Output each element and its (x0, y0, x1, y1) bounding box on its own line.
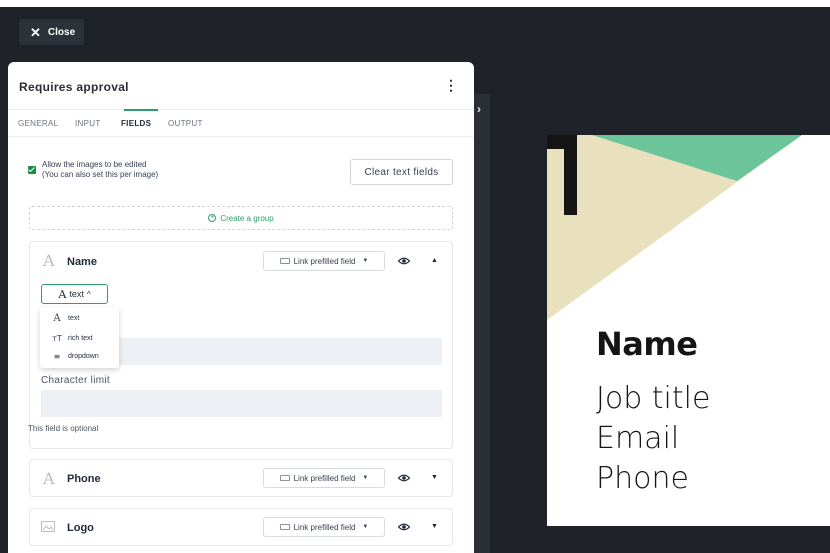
preview-name: Name (596, 325, 698, 363)
caret-down-icon: ▼ (362, 475, 369, 481)
keyboard-icon (279, 258, 290, 264)
preview-email: Email (596, 421, 680, 456)
close-button[interactable]: ✕ Close (19, 19, 84, 45)
allow-edit-hint: (You can also set this per image) (42, 170, 159, 179)
preview-phone: Phone (596, 461, 689, 496)
preview-job-title: Job title (596, 381, 711, 416)
link-prefilled-label: Link prefilled field (293, 522, 356, 532)
more-options-icon[interactable]: ⋮ (444, 78, 458, 92)
field-type-selector[interactable]: A text ^ (41, 284, 108, 304)
field-name: Phone (67, 473, 101, 485)
allow-edit-label: Allow the images to be edited (42, 160, 147, 169)
character-limit-label: Character limit (41, 375, 110, 386)
tab-output[interactable]: OUTPUT (168, 119, 203, 128)
menu-item-label: rich text (68, 335, 93, 342)
menu-item-label: text (68, 315, 80, 322)
settings-panel: Requires approval ⋮ GENERAL INPUT FIELDS… (8, 62, 474, 553)
field-name: Name (67, 256, 97, 268)
panel-title: Requires approval (19, 80, 129, 94)
eye-icon[interactable] (398, 474, 410, 482)
dropdown-list-icon: ≡ (53, 352, 61, 361)
allow-edit-checkbox[interactable] (28, 166, 36, 174)
design-preview: Name Job title Email Phone (547, 135, 830, 526)
link-prefilled-field-dropdown[interactable]: Link prefilled field ▼ (263, 517, 385, 537)
create-group-label: Create a group (220, 213, 274, 223)
optional-note: This field is optional (28, 424, 99, 433)
caret-down-icon: ▼ (362, 524, 369, 530)
menu-item-dropdown[interactable]: ≡ dropdown (52, 352, 99, 361)
panel-collapse-toggle[interactable]: › (474, 94, 490, 553)
keyboard-icon (279, 475, 290, 481)
link-prefilled-field-dropdown[interactable]: Link prefilled field ▼ (263, 251, 385, 271)
chevron-right-icon: › (477, 102, 481, 116)
menu-item-label: dropdown (68, 353, 99, 360)
link-prefilled-field-dropdown[interactable]: Link prefilled field ▼ (263, 468, 385, 488)
field-card-logo[interactable]: Logo Link prefilled field ▼ ▼ (29, 508, 453, 546)
preview-logo (547, 135, 577, 215)
caret-down-icon: ▼ (362, 258, 369, 264)
field-type-menu: A text ᴛT rich text ≡ dropdown (40, 307, 119, 368)
menu-item-rich-text[interactable]: ᴛT rich text (52, 334, 93, 343)
plus-circle-icon: + (208, 214, 217, 222)
close-icon: ✕ (30, 24, 41, 40)
field-card-phone[interactable]: A Phone Link prefilled field ▼ ▼ (29, 459, 453, 497)
create-group-button[interactable]: + Create a group (29, 206, 453, 230)
image-type-icon (41, 521, 55, 532)
close-label: Close (47, 26, 76, 38)
collapse-arrow-icon[interactable]: ▲ (431, 257, 438, 264)
eye-icon[interactable] (398, 257, 410, 265)
expand-arrow-icon[interactable]: ▼ (431, 474, 438, 481)
beige-shape (547, 135, 802, 320)
expand-arrow-icon[interactable]: ▼ (431, 523, 438, 530)
text-type-icon: A (43, 469, 55, 488)
chevron-up-icon: ^ (86, 289, 91, 299)
text-A-icon: A (53, 313, 61, 324)
text-type-icon: A (43, 251, 55, 270)
character-limit-input[interactable] (41, 390, 442, 417)
allow-edit-option[interactable]: Allow the images to be edited (You can a… (28, 160, 158, 180)
field-name: Logo (67, 522, 94, 534)
field-type-label: text (69, 289, 84, 299)
active-tab-indicator (124, 109, 158, 111)
keyboard-icon (279, 524, 290, 530)
text-A-icon: A (58, 287, 67, 301)
rich-text-icon: ᴛT (52, 334, 62, 343)
tab-input[interactable]: INPUT (75, 119, 101, 128)
tab-fields[interactable]: FIELDS (121, 119, 151, 128)
clear-text-fields-button[interactable]: Clear text fields (350, 159, 453, 185)
tab-bar: GENERAL INPUT FIELDS OUTPUT (8, 109, 474, 137)
link-prefilled-label: Link prefilled field (293, 256, 356, 266)
tab-general[interactable]: GENERAL (18, 119, 58, 128)
top-strip (0, 0, 830, 7)
eye-icon[interactable] (398, 523, 410, 531)
menu-item-text[interactable]: A text (52, 313, 79, 324)
link-prefilled-label: Link prefilled field (293, 473, 356, 483)
